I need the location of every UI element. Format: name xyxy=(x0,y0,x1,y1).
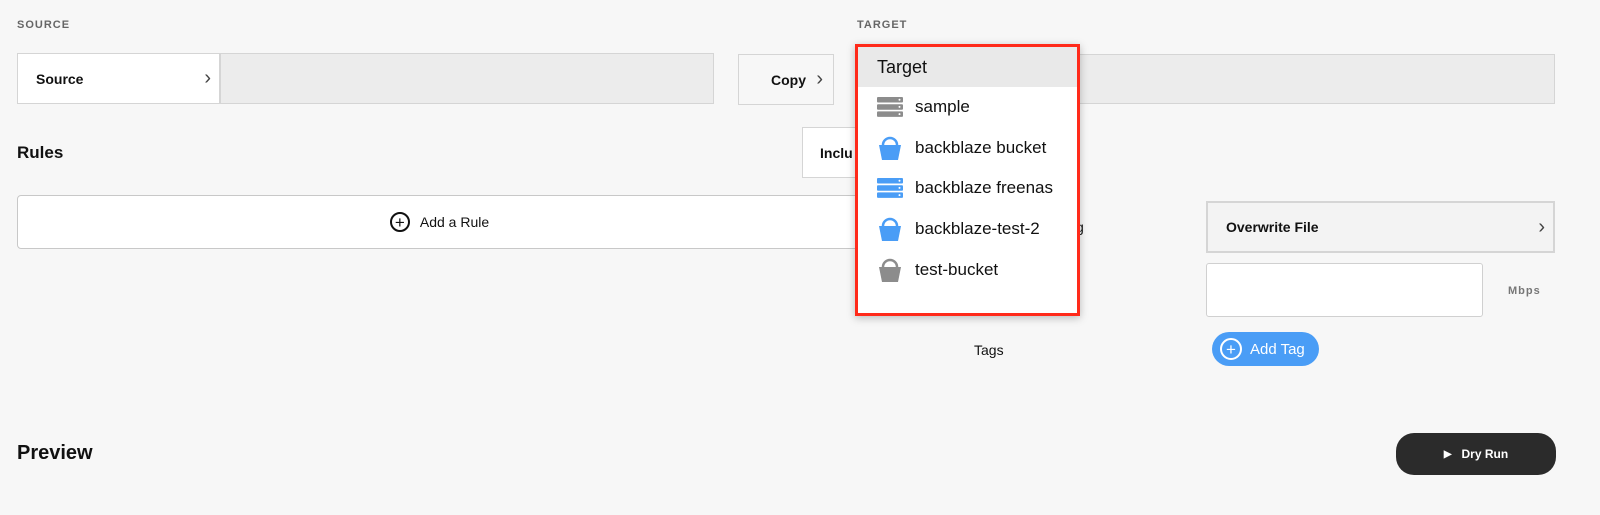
chevron-right-icon: › xyxy=(1538,215,1545,238)
source-selector[interactable]: Source › xyxy=(17,53,220,104)
dropdown-item-backblaze-freenas[interactable]: backblaze freenas xyxy=(858,168,1077,209)
chevron-right-icon: › xyxy=(816,68,823,90)
add-rule-button[interactable]: + Add a Rule xyxy=(17,195,862,249)
dropdown-item-label: backblaze-test-2 xyxy=(915,219,1040,239)
tags-label: Tags xyxy=(974,342,1004,358)
bucket-icon xyxy=(879,136,901,160)
dry-run-label: Dry Run xyxy=(1461,447,1509,461)
overwrite-mode-selector[interactable]: Overwrite File › xyxy=(1206,201,1555,253)
source-selector-label: Source xyxy=(36,70,84,87)
target-path-field[interactable] xyxy=(1075,54,1555,104)
add-rule-label: Add a Rule xyxy=(419,214,490,230)
bandwidth-input[interactable] xyxy=(1206,263,1483,317)
add-tag-button[interactable]: + Add Tag xyxy=(1212,332,1319,366)
source-path-field[interactable] xyxy=(220,53,714,104)
dropdown-item-label: test-bucket xyxy=(915,259,999,279)
add-tag-label: Add Tag xyxy=(1250,340,1305,358)
bucket-icon xyxy=(879,258,901,282)
rules-title: Rules xyxy=(17,143,64,162)
dry-run-button[interactable]: ▶ Dry Run xyxy=(1396,433,1556,475)
overwrite-mode-label: Overwrite File xyxy=(1226,219,1319,235)
include-selector[interactable]: Inclu xyxy=(802,127,862,178)
bucket-icon xyxy=(879,217,901,242)
target-dropdown[interactable]: Target sample backblaze bucket backblaze… xyxy=(855,44,1080,316)
copy-mode-label: Copy xyxy=(771,71,806,88)
plus-circle-icon: + xyxy=(1220,338,1242,360)
copy-mode-selector[interactable]: Copy › xyxy=(738,54,834,105)
include-label: Inclu xyxy=(820,144,853,161)
dropdown-item-test-bucket[interactable]: test-bucket xyxy=(858,249,1077,290)
bandwidth-unit: Mbps xyxy=(1508,285,1541,297)
dropdown-item-backblaze-test-2[interactable]: backblaze-test-2 xyxy=(858,209,1077,250)
dropdown-item-label: sample xyxy=(915,97,970,117)
play-icon: ▶ xyxy=(1443,448,1452,460)
chevron-right-icon: › xyxy=(204,67,211,89)
preview-title: Preview xyxy=(17,442,93,464)
plus-circle-icon: + xyxy=(389,212,410,232)
dropdown-item-backblaze-bucket[interactable]: backblaze bucket xyxy=(858,128,1077,169)
target-section-label: TARGET xyxy=(857,19,908,31)
dropdown-item-sample[interactable]: sample xyxy=(858,87,1077,128)
dropdown-item-label: backblaze bucket xyxy=(915,137,1047,157)
server-icon xyxy=(877,178,903,199)
dropdown-header: Target xyxy=(858,47,1077,87)
source-section-label: SOURCE xyxy=(17,19,71,31)
server-icon xyxy=(877,97,903,118)
dropdown-item-label: backblaze freenas xyxy=(915,178,1053,198)
